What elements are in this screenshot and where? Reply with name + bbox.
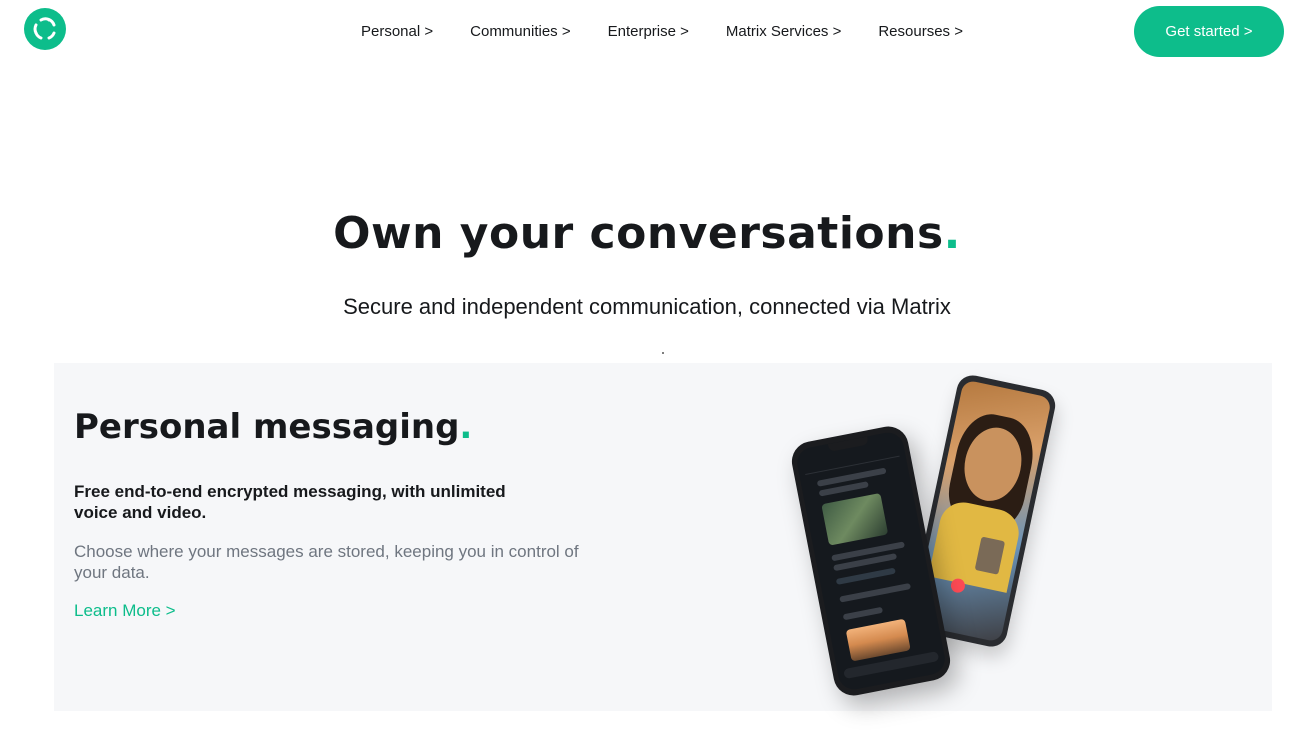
divider-dot <box>662 352 664 354</box>
hero-subtitle: Secure and independent communication, co… <box>343 294 951 319</box>
chat-bubble <box>842 606 884 621</box>
personal-messaging-panel: Personal messaging. Free end-to-end encr… <box>54 363 1272 711</box>
nav-item-communities[interactable]: Communities > <box>470 21 570 43</box>
phone-notch <box>827 436 869 452</box>
hero-title-text: Own your conversations <box>333 208 944 259</box>
element-logo-icon[interactable] <box>24 8 66 50</box>
feature-title-dot: . <box>459 407 473 447</box>
chat-bubble <box>839 582 912 603</box>
chat-image-sunset <box>845 618 911 662</box>
nav-item-enterprise[interactable]: Enterprise > <box>608 21 689 43</box>
chat-image-forest <box>821 492 889 546</box>
chat-phone <box>788 423 954 699</box>
hero-title: Own your conversations. <box>0 208 1294 259</box>
main-nav: Personal > Communities > Enterprise > Ma… <box>361 21 963 43</box>
feature-body: Choose where your messages are stored, k… <box>74 542 579 582</box>
learn-more-link[interactable]: Learn More > <box>74 601 176 621</box>
chat-screen <box>794 429 948 693</box>
voice-message <box>835 567 896 585</box>
hero-title-dot: . <box>943 208 961 259</box>
nav-item-matrix-services[interactable]: Matrix Services > <box>726 21 841 43</box>
feature-title-text: Personal messaging <box>74 407 460 447</box>
get-started-button[interactable]: Get started > <box>1134 6 1284 57</box>
feature-title: Personal messaging. <box>74 407 472 447</box>
nav-item-resources[interactable]: Resourses > <box>878 21 963 43</box>
nav-item-personal[interactable]: Personal > <box>361 21 433 43</box>
phones-illustration <box>788 372 1060 702</box>
page: Personal > Communities > Enterprise > Ma… <box>0 0 1294 749</box>
feature-lead: Free end-to-end encrypted messaging, wit… <box>74 482 506 522</box>
logo-glyph <box>33 17 56 40</box>
